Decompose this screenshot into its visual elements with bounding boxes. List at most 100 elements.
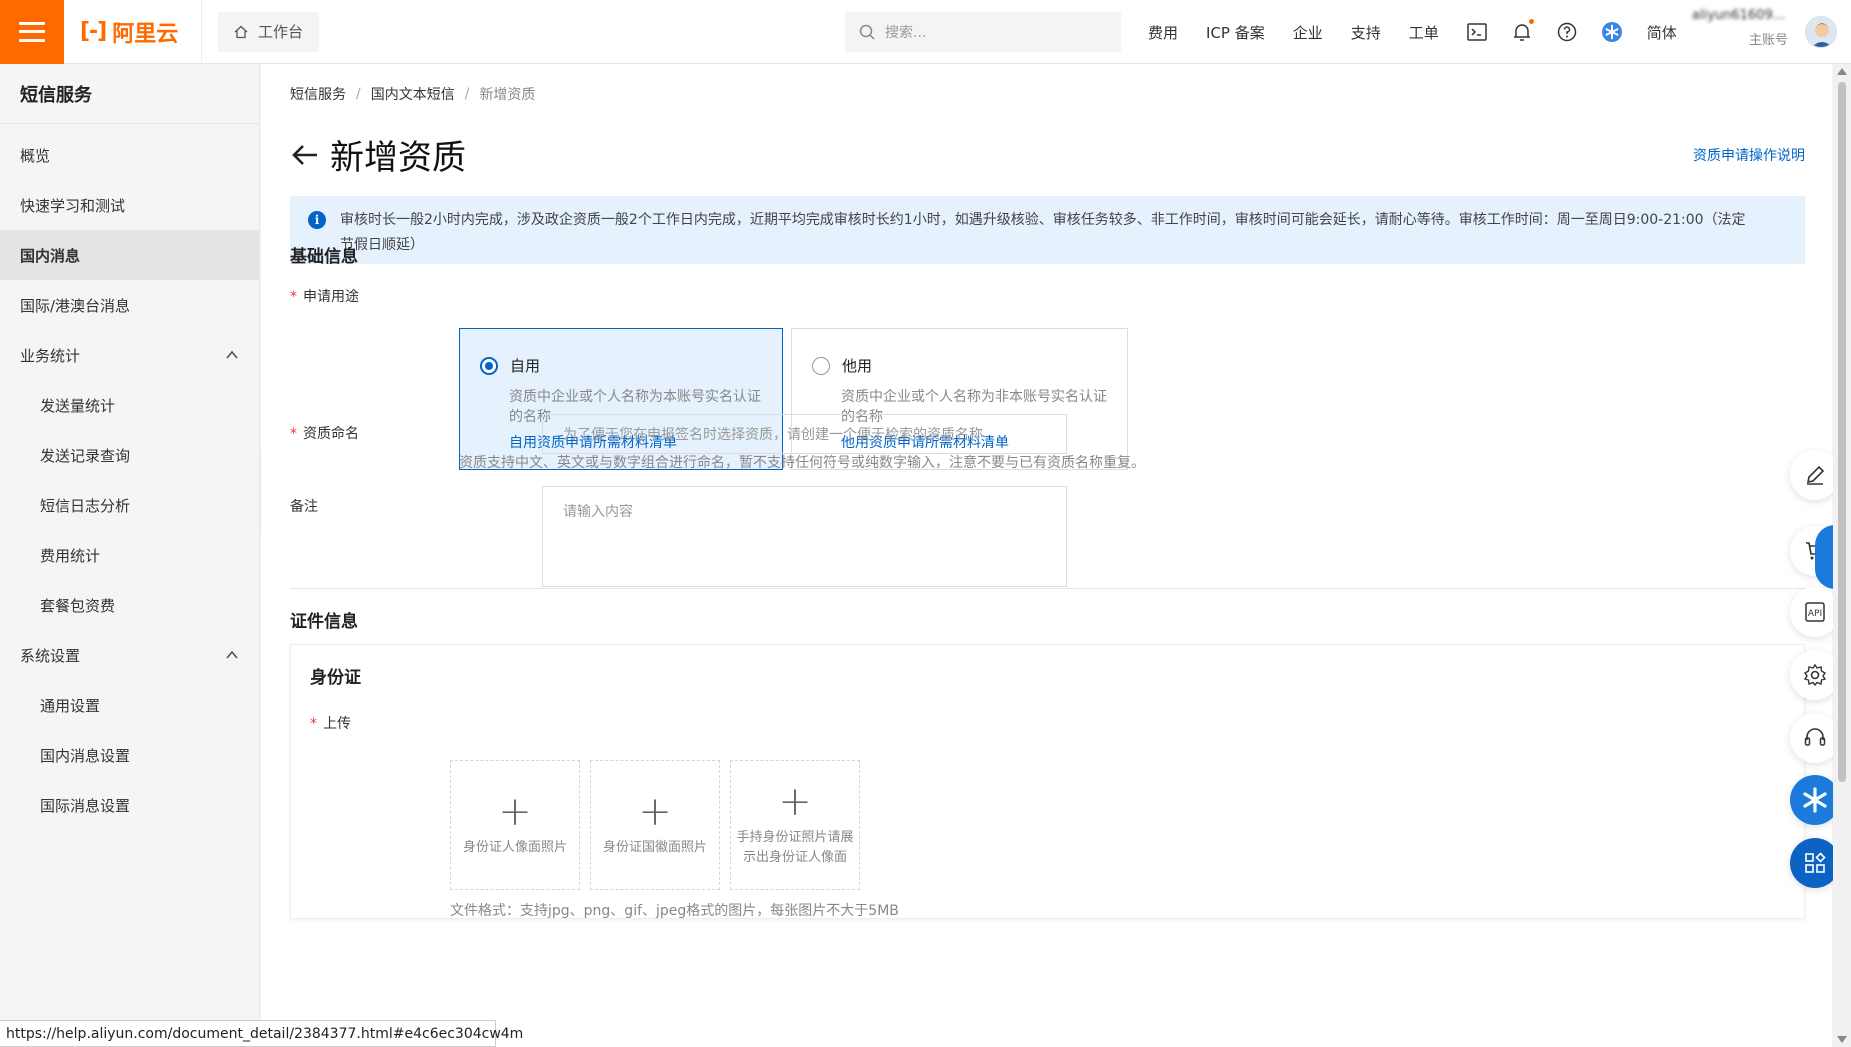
name-hint: 资质支持中文、英文或与数字组合进行命名，暂不支持任何符号或纯数字输入，注意不要与… <box>459 455 1145 471</box>
help-doc-link[interactable]: 资质申请操作说明 <box>1693 145 1805 165</box>
search-placeholder: 搜索... <box>885 25 927 41</box>
nav-link-icp[interactable]: ICP 备案 <box>1206 22 1265 43</box>
radio-self[interactable] <box>480 356 498 375</box>
headset-icon <box>1804 728 1826 746</box>
home-icon <box>234 25 248 38</box>
sidebar-item-label: 套餐包资费 <box>40 596 116 615</box>
nav-link-tickets[interactable]: 工单 <box>1409 22 1439 43</box>
sidebar-group-stats[interactable]: 业务统计 <box>0 330 259 380</box>
search-icon <box>859 24 875 40</box>
scroll-down-arrow[interactable] <box>1837 1036 1847 1043</box>
breadcrumb-current: 新增资质 <box>479 87 536 103</box>
sidebar-item-cost-stats[interactable]: 费用统计 <box>0 530 259 580</box>
upload-label: * 上传 <box>310 716 351 732</box>
sidebar: 短信服务 概览 快速学习和测试 国内消息 国际/港澳台消息 业务统计 发送量统计… <box>0 64 260 1047</box>
pencil-icon <box>1806 465 1825 485</box>
scroll-up-arrow[interactable] <box>1837 68 1847 75</box>
chevron-up-icon <box>226 650 238 659</box>
sidebar-item-domestic[interactable]: 国内消息 <box>0 230 259 280</box>
sidebar-item-label: 国内消息 <box>20 246 81 265</box>
back-arrow-icon[interactable] <box>290 140 320 170</box>
bell-icon[interactable] <box>1512 19 1534 42</box>
account-username: aliyun61609... <box>1692 8 1786 23</box>
aliyun-logo[interactable]: [-] 阿里云 <box>64 0 202 64</box>
info-icon: i <box>308 211 326 229</box>
hamburger-menu-button[interactable] <box>0 0 64 64</box>
help-icon[interactable] <box>1557 22 1577 42</box>
sidebar-item-label: 发送记录查询 <box>40 446 131 465</box>
sidebar-item-quickstart[interactable]: 快速学习和测试 <box>0 180 259 230</box>
upload-id-handheld[interactable]: + 手持身份证照片请展示出身份证人像面 <box>730 760 860 890</box>
option-title: 自用 <box>510 357 541 375</box>
sidebar-item-domestic-settings[interactable]: 国内消息设置 <box>0 730 259 780</box>
search-input[interactable]: 搜索... <box>845 12 1121 52</box>
plus-icon: + <box>498 789 532 835</box>
notification-dot <box>1528 19 1534 24</box>
sidebar-item-label: 费用统计 <box>40 546 101 565</box>
qualification-name-input[interactable]: 为了便于您在申报签名时选择资质，请创建一个便于检索的资质名称 <box>542 414 1067 454</box>
api-icon: API <box>1805 602 1825 622</box>
sidebar-item-label: 系统设置 <box>20 646 81 665</box>
brand-name: 阿里云 <box>112 21 179 47</box>
breadcrumb: 短信服务 / 国内文本短信 / 新增资质 <box>290 84 536 104</box>
upload-caption: 手持身份证照片请展示出身份证人像面 <box>736 830 854 865</box>
workbench-button[interactable]: 工作台 <box>218 11 320 52</box>
sidebar-item-packages[interactable]: 套餐包资费 <box>0 580 259 630</box>
info-notice: i 审核时长一般2小时内完成，涉及政企资质一般2个工作日内完成，近期平均完成审核… <box>290 196 1805 264</box>
sidebar-item-overview[interactable]: 概览 <box>0 130 259 180</box>
page-header: 新增资质 <box>290 130 466 179</box>
sidebar-group-settings[interactable]: 系统设置 <box>0 630 259 680</box>
sidebar-item-label: 发送量统计 <box>40 396 116 415</box>
upload-format-hint: 文件格式：支持jpg、png、gif、jpeg格式的图片，每张图片不大于5MB <box>450 903 899 919</box>
scrollbar-thumb[interactable] <box>1838 82 1846 782</box>
name-placeholder: 为了便于您在申报签名时选择资质，请创建一个便于检索的资质名称 <box>563 427 983 443</box>
plus-icon: + <box>638 789 672 835</box>
upload-id-front[interactable]: + 身份证人像面照片 <box>450 760 580 890</box>
upload-caption: 身份证国徽面照片 <box>602 840 707 855</box>
section-divider <box>290 588 1805 589</box>
top-nav-links: 费用 ICP 备案 企业 支持 工单 简体 <box>1148 0 1705 64</box>
radio-other[interactable] <box>812 356 830 375</box>
language-switch[interactable]: 简体 <box>1647 22 1677 43</box>
remark-label: 备注 <box>290 499 318 515</box>
option-title: 他用 <box>842 357 873 375</box>
breadcrumb-sms[interactable]: 短信服务 <box>290 84 346 104</box>
sidebar-item-label: 快速学习和测试 <box>20 196 126 215</box>
section-cert-info: 证件信息 <box>290 612 358 632</box>
terminal-icon[interactable] <box>1467 22 1487 42</box>
page-scrollbar[interactable] <box>1833 64 1851 1047</box>
nav-link-fees[interactable]: 费用 <box>1148 22 1178 43</box>
gear-icon <box>1803 663 1827 687</box>
sidebar-item-log-analysis[interactable]: 短信日志分析 <box>0 480 259 530</box>
browser-status-url: https://help.aliyun.com/document_detail/… <box>0 1020 523 1047</box>
upload-caption: 身份证人像面照片 <box>462 840 567 855</box>
grid-apps-icon <box>1805 852 1826 873</box>
chevron-up-icon <box>226 350 238 359</box>
section-basic-info: 基础信息 <box>290 247 358 267</box>
account-info[interactable]: aliyun61609... 主账号 <box>1692 8 1802 56</box>
menu-icon <box>19 21 45 42</box>
breadcrumb-domestic-text[interactable]: 国内文本短信 <box>371 84 455 104</box>
ai-assistant-icon[interactable] <box>1601 22 1622 42</box>
sidebar-item-send-stats[interactable]: 发送量统计 <box>0 380 259 430</box>
nav-link-enterprise[interactable]: 企业 <box>1293 22 1323 43</box>
upload-id-back[interactable]: + 身份证国徽面照片 <box>590 760 720 890</box>
sidebar-item-label: 国内消息设置 <box>40 746 131 765</box>
remark-textarea[interactable]: 请输入内容 <box>542 486 1067 587</box>
nav-link-support[interactable]: 支持 <box>1351 22 1381 43</box>
id-card-title: 身份证 <box>310 668 361 688</box>
sidebar-item-send-records[interactable]: 发送记录查询 <box>0 430 259 480</box>
main-content: 短信服务 / 国内文本短信 / 新增资质 新增资质 资质申请操作说明 i 审核时… <box>261 64 1832 1047</box>
sidebar-item-international[interactable]: 国际/港澳台消息 <box>0 280 259 330</box>
sidebar-item-label: 通用设置 <box>40 696 101 715</box>
sidebar-item-general-settings[interactable]: 通用设置 <box>0 680 259 730</box>
sidebar-item-label: 业务统计 <box>20 346 81 365</box>
plus-icon: + <box>778 779 812 825</box>
workbench-label: 工作台 <box>258 23 304 41</box>
remark-placeholder: 请输入内容 <box>563 504 633 520</box>
account-role: 主账号 <box>1748 33 1788 48</box>
page-title: 新增资质 <box>330 138 466 178</box>
sidebar-item-intl-settings[interactable]: 国际消息设置 <box>0 780 259 830</box>
avatar[interactable] <box>1805 16 1837 48</box>
sidebar-item-label: 短信日志分析 <box>40 496 131 515</box>
